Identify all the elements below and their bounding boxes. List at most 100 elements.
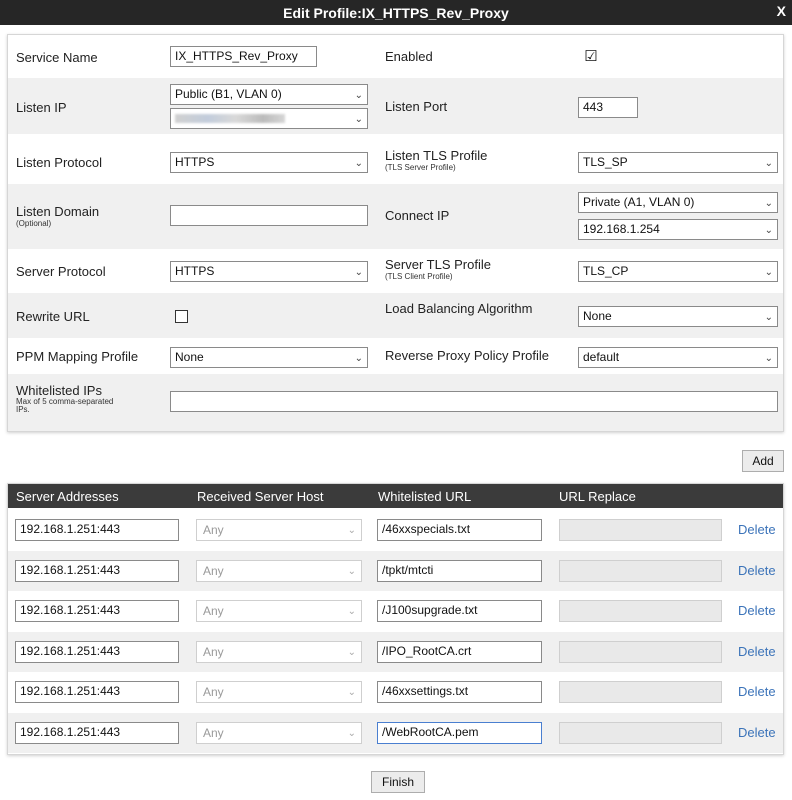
delete-link[interactable]: Delete [738,644,776,659]
whitelisted-url-input[interactable]: /IPO_RootCA.crt [377,640,542,663]
whitelisted-url-input[interactable]: /46xxspecials.txt [377,519,542,541]
table-row: 192.168.1.251:443 Any ⌄ /tpkt/mtcti Delete [8,550,783,591]
ppm-mapping-value: None [175,350,204,364]
listen-tls-profile-title: Listen TLS Profile [385,148,488,163]
chevron-down-icon: ⌄ [354,353,363,364]
listen-domain-title: Listen Domain [16,204,100,219]
chevron-down-icon: ⌄ [764,198,773,209]
table-row: 192.168.1.251:443 Any ⌄ /WebRootCA.pem Delet… [8,712,783,753]
profile-form-panel: Service Name IX_HTTPS_Rev_Proxy Enabled … [7,34,784,432]
add-server-button[interactable]: Add [742,450,784,472]
service-name-input[interactable]: IX_HTTPS_Rev_Proxy [170,46,317,67]
delete-link[interactable]: Delete [738,603,776,618]
connect-ip-address-select[interactable]: 192.168.1.254 ⌄ [578,219,778,240]
load-balancing-select[interactable]: None ⌄ [578,306,778,327]
chevron-down-icon: ⌄ [764,158,773,169]
listen-tls-profile-label: Listen TLS Profile (TLS Server Profile) [385,149,487,172]
listen-domain-input[interactable] [170,205,368,226]
server-protocol-select[interactable]: HTTPS ⌄ [170,261,368,282]
listen-ip-address-select[interactable]: ⌄ [170,108,368,129]
redacted-ip-address [175,114,285,123]
chevron-down-icon: ⌄ [764,353,773,364]
enabled-label: Enabled [385,49,433,64]
server-protocol-value: HTTPS [175,264,215,278]
header-server-addresses: Server Addresses [16,489,119,504]
table-row: 192.168.1.251:443 Any ⌄ /46xxspecials.txt De… [8,510,783,550]
ppm-mapping-select[interactable]: None ⌄ [170,347,368,368]
listen-port-input[interactable]: 443 [578,97,638,118]
url-replace-input[interactable] [559,721,722,744]
form-row-whitelisted-ips: Whitelisted IPs Max of 5 comma-separated… [8,374,783,431]
server-address-input[interactable]: 192.168.1.251:443 [15,559,179,582]
chevron-down-icon: ⌄ [354,267,363,278]
url-replace-input[interactable] [559,519,722,541]
listen-tls-profile-select[interactable]: TLS_SP ⌄ [578,152,778,173]
reverse-proxy-policy-select[interactable]: default ⌄ [578,347,778,368]
delete-link[interactable]: Delete [738,563,776,578]
delete-link[interactable]: Delete [738,725,776,740]
whitelisted-ips-sub: Max of 5 comma-separated IPs. [16,397,114,414]
listen-protocol-select[interactable]: HTTPS ⌄ [170,152,368,173]
whitelisted-ips-input[interactable] [170,391,778,412]
chevron-down-icon: ⌄ [764,267,773,278]
server-address-input[interactable]: 192.168.1.251:443 [15,600,179,622]
form-row-ppm-mapping: PPM Mapping Profile None ⌄ Reverse Proxy… [8,338,783,374]
whitelisted-ips-label: Whitelisted IPs Max of 5 comma-separated… [16,384,126,414]
chevron-down-icon: ⌄ [347,727,356,739]
service-name-label: Service Name [16,50,98,65]
header-received-server-host: Received Server Host [197,489,324,504]
finish-button[interactable]: Finish [371,771,425,793]
delete-link[interactable]: Delete [738,522,776,537]
server-address-input[interactable]: 192.168.1.251:443 [15,519,179,541]
dialog-titlebar: Edit Profile:IX_HTTPS_Rev_Proxy X [0,0,792,25]
rewrite-url-checkbox[interactable] [175,310,188,323]
chevron-down-icon: ⌄ [347,525,356,536]
close-icon[interactable]: X [777,3,786,19]
chevron-down-icon: ⌄ [354,158,363,169]
form-row-rewrite-url: Rewrite URL Load Balancing Algorithm Non… [8,293,783,338]
whitelisted-url-input[interactable]: /46xxsettings.txt [377,681,542,703]
form-row-listen-domain: Listen Domain (Optional) Connect IP Priv… [8,184,783,249]
table-row: 192.168.1.251:443 Any ⌄ /J100supgrade.txt De… [8,591,783,631]
received-server-host-value: Any [203,685,224,699]
received-server-host-select[interactable]: Any ⌄ [196,600,362,622]
delete-link[interactable]: Delete [738,684,776,699]
whitelisted-url-input[interactable]: /WebRootCA.pem [377,721,542,744]
connect-ip-label: Connect IP [385,208,450,223]
form-row-service-name: Service Name IX_HTTPS_Rev_Proxy Enabled … [8,35,783,78]
url-replace-input[interactable] [559,681,722,703]
reverse-proxy-policy-value: default [583,350,620,364]
chevron-down-icon: ⌄ [347,646,356,658]
received-server-host-select[interactable]: Any ⌄ [196,640,362,663]
load-balancing-value: None [583,309,612,323]
table-row: 192.168.1.251:443 Any ⌄ /46xxsettings.txt De… [8,672,783,712]
chevron-down-icon: ⌄ [347,565,356,577]
ppm-mapping-label: PPM Mapping Profile [16,349,139,364]
received-server-host-select[interactable]: Any ⌄ [196,721,362,744]
server-address-input[interactable]: 192.168.1.251:443 [15,721,179,744]
form-row-listen-protocol: Listen Protocol HTTPS ⌄ Listen TLS Profi… [8,134,783,184]
received-server-host-select[interactable]: Any ⌄ [196,559,362,582]
reverse-proxy-policy-label: Reverse Proxy Policy Profile [385,348,549,363]
listen-port-label: Listen Port [385,99,448,114]
url-replace-input[interactable] [559,640,722,663]
server-tls-profile-sub: (TLS Client Profile) [385,272,453,281]
enabled-checkbox[interactable]: ☑ [583,49,599,66]
form-row-listen-ip: Listen IP Public (B1, VLAN 0) ⌄ ⌄ Listen… [8,78,783,134]
listen-protocol-label: Listen Protocol [16,155,102,170]
server-address-input[interactable]: 192.168.1.251:443 [15,640,179,663]
url-replace-input[interactable] [559,600,722,622]
received-server-host-value: Any [203,644,224,659]
server-address-input[interactable]: 192.168.1.251:443 [15,681,179,703]
listen-ip-interface-select[interactable]: Public (B1, VLAN 0) ⌄ [170,84,368,105]
whitelisted-url-input[interactable]: /tpkt/mtcti [377,559,542,582]
received-server-host-value: Any [203,725,224,740]
connect-ip-interface-select[interactable]: Private (A1, VLAN 0) ⌄ [578,192,778,213]
received-server-host-select[interactable]: Any ⌄ [196,519,362,541]
server-table-header: Server Addresses Received Server Host Wh… [8,484,783,508]
received-server-host-select[interactable]: Any ⌄ [196,681,362,703]
whitelisted-url-input[interactable]: /J100supgrade.txt [377,600,542,622]
listen-protocol-value: HTTPS [175,155,215,169]
server-tls-profile-select[interactable]: TLS_CP ⌄ [578,261,778,282]
url-replace-input[interactable] [559,559,722,582]
